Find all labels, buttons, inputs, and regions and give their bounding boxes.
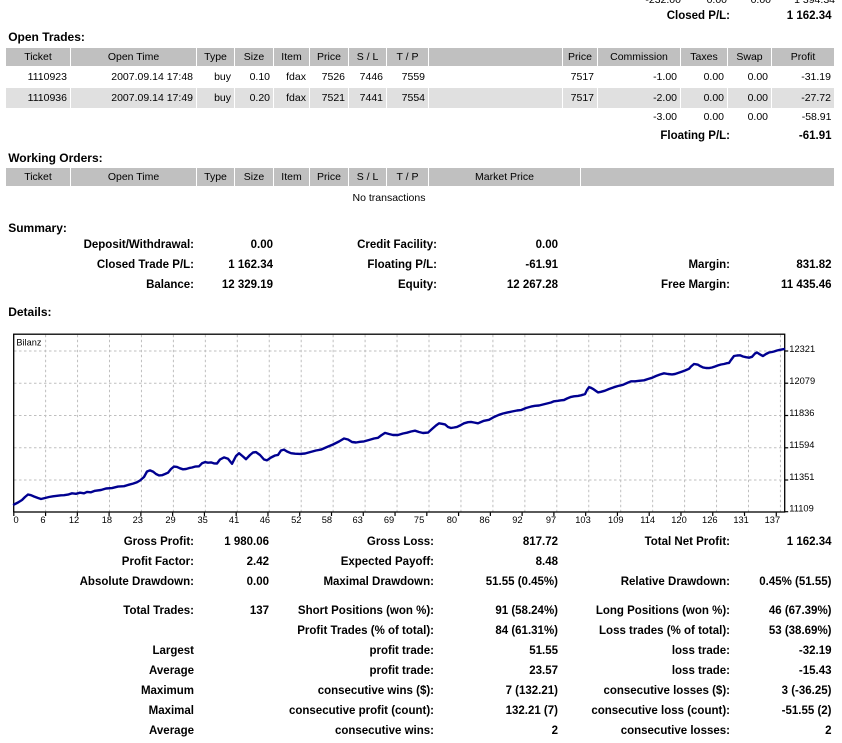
svg-text:46: 46 xyxy=(260,515,270,525)
svg-text:12: 12 xyxy=(69,515,79,525)
svg-text:69: 69 xyxy=(384,515,394,525)
svg-text:75: 75 xyxy=(414,515,424,525)
svg-text:80: 80 xyxy=(447,515,457,525)
svg-text:11351: 11351 xyxy=(789,472,814,482)
svg-text:6: 6 xyxy=(40,515,45,525)
svg-text:52: 52 xyxy=(291,515,301,525)
svg-text:120: 120 xyxy=(671,515,687,525)
svg-text:114: 114 xyxy=(640,515,655,525)
svg-text:97: 97 xyxy=(546,515,556,525)
svg-text:Bilanz: Bilanz xyxy=(16,337,41,347)
svg-text:29: 29 xyxy=(165,515,175,525)
svg-text:11594: 11594 xyxy=(789,440,814,450)
svg-text:86: 86 xyxy=(479,515,489,525)
svg-text:0: 0 xyxy=(14,515,19,525)
svg-text:23: 23 xyxy=(133,515,143,525)
svg-text:131: 131 xyxy=(733,515,749,525)
svg-text:109: 109 xyxy=(608,515,624,525)
svg-text:63: 63 xyxy=(353,515,363,525)
svg-text:126: 126 xyxy=(702,515,718,525)
svg-text:11109: 11109 xyxy=(789,504,813,514)
svg-text:58: 58 xyxy=(322,515,332,525)
svg-text:92: 92 xyxy=(512,515,522,525)
svg-text:137: 137 xyxy=(765,515,781,525)
svg-text:11836: 11836 xyxy=(789,408,814,418)
svg-text:35: 35 xyxy=(198,515,208,525)
svg-text:12079: 12079 xyxy=(789,376,815,386)
svg-text:12321: 12321 xyxy=(789,344,815,354)
svg-text:41: 41 xyxy=(229,515,239,525)
svg-text:18: 18 xyxy=(102,515,112,525)
svg-text:103: 103 xyxy=(575,515,591,525)
